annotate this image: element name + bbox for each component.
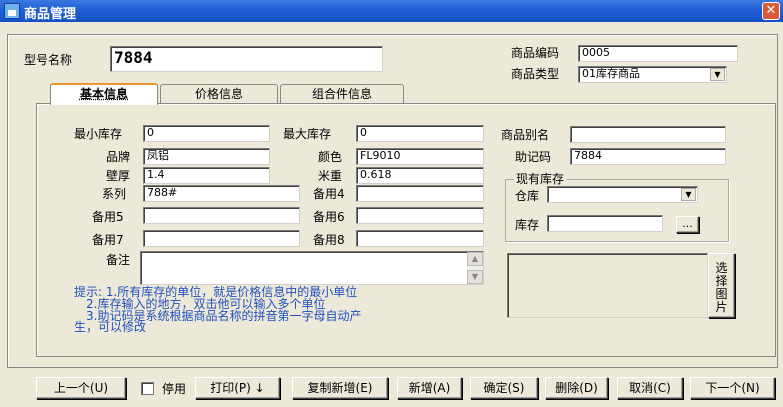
stock-label: 库存 xyxy=(515,218,540,232)
close-button[interactable]: ✕ xyxy=(762,2,780,20)
chevron-down-icon[interactable]: ▼ xyxy=(681,188,696,201)
tab-assembly-info[interactable]: 组合件信息 xyxy=(280,84,404,104)
mnemonic-label: 助记码 xyxy=(515,150,552,164)
app-icon xyxy=(4,3,20,19)
tab-price-info[interactable]: 价格信息 xyxy=(160,84,278,104)
cancel-button[interactable]: 取消(C) xyxy=(617,377,683,399)
warehouse-select[interactable]: ▼ xyxy=(547,186,698,203)
remark-scrollbar[interactable]: ▲ ▼ xyxy=(467,252,483,284)
spare5-input[interactable] xyxy=(143,207,300,224)
color-input[interactable]: FL9010 xyxy=(356,148,484,165)
wall-thickness-input[interactable]: 1.4 xyxy=(143,167,270,184)
spare4-label: 备用4 xyxy=(313,187,345,201)
remark-textarea[interactable]: ▲ ▼ xyxy=(140,251,484,285)
print-button[interactable]: 打印(P) ↓ xyxy=(195,377,280,399)
title-bar: 商品管理 ✕ xyxy=(0,0,783,22)
disable-label: 停用 xyxy=(162,382,187,396)
brand-input[interactable]: 凤铝 xyxy=(143,148,270,165)
select-image-button[interactable]: 选 择 图 片 xyxy=(708,253,735,318)
tab-basic-info-label: 基本信息 xyxy=(79,87,128,101)
tab-price-info-label: 价格信息 xyxy=(194,87,243,101)
wall-thickness-label: 壁厚 xyxy=(106,169,131,183)
spare4-input[interactable] xyxy=(356,185,484,202)
remark-label: 备注 xyxy=(106,253,131,267)
window-title: 商品管理 xyxy=(24,7,77,22)
product-code-input[interactable]: 0005 xyxy=(578,45,738,62)
warehouse-label: 仓库 xyxy=(515,189,540,203)
min-stock-input[interactable]: 0 xyxy=(143,125,270,142)
meter-weight-input[interactable]: 0.618 xyxy=(356,167,484,184)
copy-new-button[interactable]: 复制新增(E) xyxy=(292,377,388,399)
product-type-label: 商品类型 xyxy=(511,67,560,81)
scroll-up-icon[interactable]: ▲ xyxy=(467,252,483,266)
spare7-label: 备用7 xyxy=(92,233,124,247)
max-stock-label: 最大库存 xyxy=(283,127,332,141)
ok-button[interactable]: 确定(S) xyxy=(470,377,538,399)
select-image-char-4: 片 xyxy=(715,300,728,314)
product-alias-input[interactable] xyxy=(570,126,726,143)
series-label: 系列 xyxy=(102,187,127,201)
max-stock-input[interactable]: 0 xyxy=(356,125,484,142)
delete-button[interactable]: 删除(D) xyxy=(545,377,608,399)
prev-button[interactable]: 上一个(U) xyxy=(36,377,126,399)
mnemonic-input[interactable]: 7884 xyxy=(570,148,726,165)
tab-basic-info[interactable]: 基本信息 xyxy=(50,83,158,105)
chevron-down-icon[interactable]: ▼ xyxy=(710,68,725,81)
model-name-input[interactable]: 7884 xyxy=(110,46,383,72)
scroll-down-icon[interactable]: ▼ xyxy=(467,270,483,284)
product-alias-label: 商品别名 xyxy=(501,128,550,142)
product-type-select[interactable]: 01库存商品 ▼ xyxy=(578,66,727,83)
product-type-value: 01库存商品 xyxy=(582,67,640,80)
tab-assembly-info-label: 组合件信息 xyxy=(311,87,372,101)
spare8-label: 备用8 xyxy=(313,233,345,247)
disable-checkbox[interactable] xyxy=(141,382,154,395)
spare8-input[interactable] xyxy=(356,230,484,247)
stock-input[interactable] xyxy=(547,215,663,232)
spare6-label: 备用6 xyxy=(313,210,345,224)
min-stock-label: 最小库存 xyxy=(74,127,123,141)
spare5-label: 备用5 xyxy=(92,210,124,224)
note-line-4: 生，可以修改 xyxy=(74,320,147,334)
spare7-input[interactable] xyxy=(143,230,300,247)
stock-browse-button[interactable]: ... xyxy=(676,216,699,233)
new-button[interactable]: 新增(A) xyxy=(397,377,462,399)
model-name-label: 型号名称 xyxy=(24,53,73,67)
next-button[interactable]: 下一个(N) xyxy=(690,377,775,399)
stock-group-title: 现有库存 xyxy=(514,172,567,186)
color-label: 颜色 xyxy=(318,150,343,164)
spare6-input[interactable] xyxy=(356,207,484,224)
product-code-label: 商品编码 xyxy=(511,46,560,60)
brand-label: 品牌 xyxy=(106,150,131,164)
meter-weight-label: 米重 xyxy=(318,169,343,183)
image-preview xyxy=(507,253,708,318)
series-input[interactable]: 788# xyxy=(143,185,300,202)
